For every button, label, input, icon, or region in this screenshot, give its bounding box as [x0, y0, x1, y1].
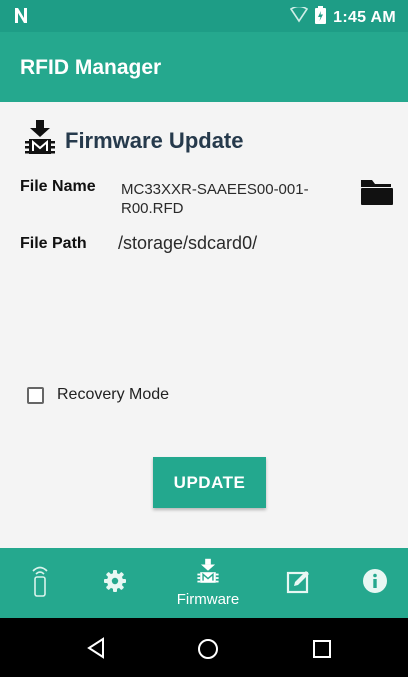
nav-label-firmware: Firmware — [176, 591, 240, 608]
battery-charging-icon — [315, 6, 327, 29]
nav-item-info[interactable] — [355, 548, 395, 618]
app-bar: RFID Manager — [0, 32, 408, 102]
app-title: RFID Manager — [20, 56, 162, 79]
firmware-chip-icon — [23, 120, 57, 161]
file-name-value: MC33XXR-SAAEES00-001- R00.RFD — [121, 180, 309, 218]
recovery-mode-label: Recovery Mode — [57, 386, 170, 403]
nav-item-edit[interactable] — [279, 548, 319, 618]
status-time: 1:45 AM — [333, 8, 396, 26]
back-icon[interactable] — [86, 637, 106, 664]
status-icons: 1:45 AM — [290, 5, 396, 29]
firmware-update-panel: Firmware Update File Name MC33XXR-SAAEES… — [0, 102, 408, 548]
home-icon[interactable] — [197, 638, 219, 665]
system-navigation-bar — [0, 618, 408, 677]
update-button[interactable]: UPDATE — [153, 457, 266, 508]
rfid-reader-icon — [31, 565, 49, 602]
file-path-label: File Path — [20, 235, 87, 252]
recovery-mode-checkbox[interactable] — [27, 386, 44, 404]
file-path-value: /storage/sdcard0/ — [118, 233, 258, 253]
bottom-nav: Firmware — [0, 548, 408, 618]
file-name-value-line1: MC33XXR-SAAEES00-001- — [121, 181, 309, 198]
gear-icon — [103, 569, 127, 598]
status-bar: 1:45 AM — [0, 0, 408, 32]
folder-icon[interactable] — [360, 176, 394, 211]
firmware-title: Firmware Update — [65, 127, 244, 153]
file-name-value-line2: R00.RFD — [121, 200, 184, 217]
wifi-icon — [290, 5, 309, 28]
firmware-chip-icon — [196, 558, 220, 590]
nav-item-settings[interactable] — [95, 548, 135, 618]
file-name-label: File Name — [20, 178, 96, 195]
nav-item-rfid[interactable] — [20, 548, 60, 618]
notification-n-icon — [14, 7, 28, 29]
recovery-mode-row[interactable]: Recovery Mode — [27, 386, 169, 404]
nav-item-firmware[interactable]: Firmware — [168, 548, 248, 618]
edit-icon — [286, 568, 312, 599]
firmware-header: Firmware Update — [23, 120, 244, 161]
info-icon — [362, 568, 388, 599]
recents-icon[interactable] — [312, 639, 332, 664]
